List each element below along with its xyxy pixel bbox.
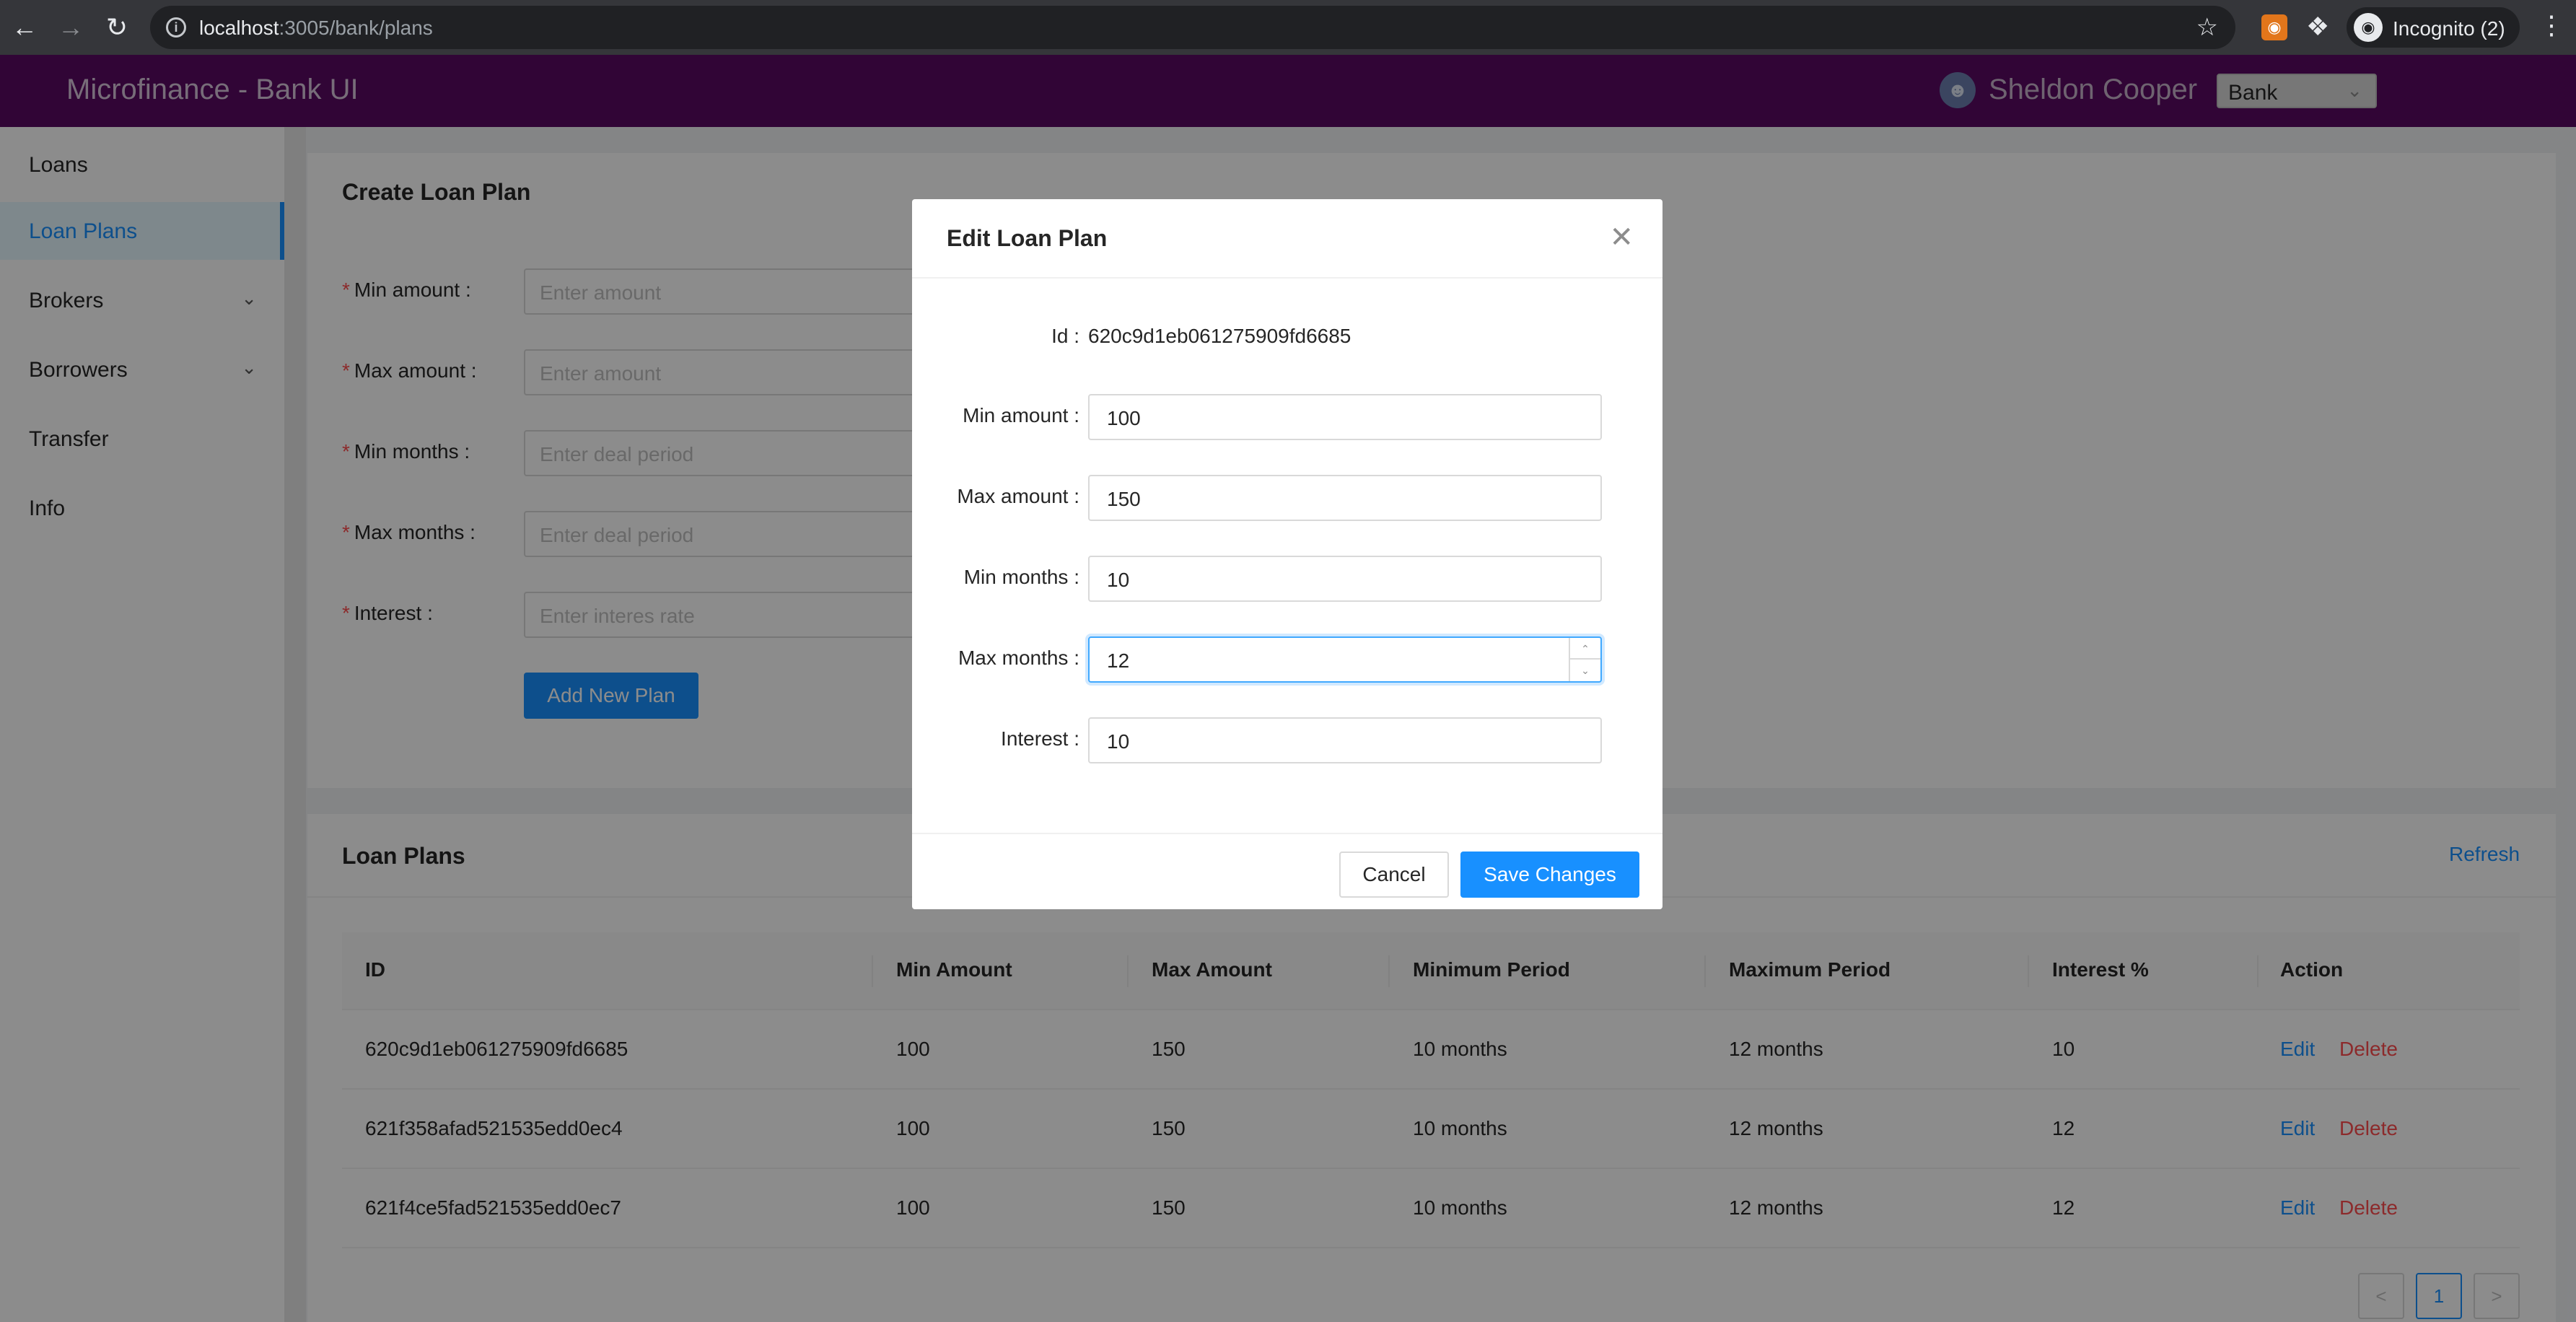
edit-plan-modal: Edit Loan Plan ✕ Id : 620c9d1eb061275909… <box>912 199 1662 909</box>
number-stepper: ⌃ ⌄ <box>1569 638 1600 681</box>
url-path: :3005/bank/plans <box>279 17 433 39</box>
browser-toolbar: ← → ↻ i localhost:3005/bank/plans ☆ ◉ ❖ … <box>0 0 2576 55</box>
back-arrow-icon[interactable]: ← <box>7 10 42 45</box>
url-host: localhost <box>199 17 279 39</box>
modal-interest-value: 10 <box>1107 730 1130 753</box>
modal-min-amount-value: 100 <box>1107 407 1141 429</box>
forward-arrow-icon[interactable]: → <box>53 10 88 45</box>
id-value: 620c9d1eb061275909fd6685 <box>1088 325 1351 347</box>
modal-interest-label: Interest : <box>1001 727 1079 750</box>
modal-max-months-value: 12 <box>1107 649 1130 672</box>
modal-min-months-label: Min months : <box>963 566 1079 588</box>
modal-max-months-label: Max months : <box>958 647 1079 669</box>
incognito-icon: ◉ <box>2354 13 2383 42</box>
id-label: Id : <box>1051 325 1079 347</box>
modal-max-months-input[interactable]: 12 ⌃ ⌄ <box>1088 636 1602 683</box>
metamask-icon[interactable]: ◉ <box>2261 14 2287 40</box>
modal-max-amount-value: 150 <box>1107 488 1141 510</box>
modal-title: Edit Loan Plan <box>947 225 1108 251</box>
modal-min-amount-input[interactable]: 100 <box>1088 394 1602 440</box>
stepper-down-icon[interactable]: ⌄ <box>1570 660 1600 681</box>
modal-interest-input[interactable]: 10 <box>1088 717 1602 763</box>
stepper-up-icon[interactable]: ⌃ <box>1570 638 1600 660</box>
incognito-badge[interactable]: ◉ Incognito (2) <box>2347 7 2520 48</box>
modal-min-months-input[interactable]: 10 <box>1088 556 1602 602</box>
modal-max-amount-label: Max amount : <box>957 485 1079 507</box>
modal-header: Edit Loan Plan ✕ <box>912 199 1662 279</box>
menu-dots-icon[interactable]: ⋮ <box>2538 10 2564 40</box>
modal-min-amount-label: Min amount : <box>963 404 1079 426</box>
address-bar[interactable]: i localhost:3005/bank/plans ☆ <box>150 6 2235 49</box>
url-text[interactable]: localhost:3005/bank/plans <box>199 17 433 40</box>
modal-max-amount-input[interactable]: 150 <box>1088 475 1602 521</box>
modal-footer: Cancel Save Changes <box>912 833 1662 909</box>
incognito-label: Incognito (2) <box>2393 17 2505 40</box>
puzzle-icon[interactable]: ❖ <box>2306 12 2329 42</box>
cancel-button[interactable]: Cancel <box>1339 852 1449 898</box>
save-changes-button[interactable]: Save Changes <box>1460 852 1639 898</box>
modal-min-months-value: 10 <box>1107 569 1130 591</box>
star-icon[interactable]: ☆ <box>2196 13 2218 42</box>
info-icon[interactable]: i <box>166 17 186 38</box>
close-icon[interactable]: ✕ <box>1609 221 1634 254</box>
reload-icon[interactable]: ↻ <box>100 10 134 45</box>
